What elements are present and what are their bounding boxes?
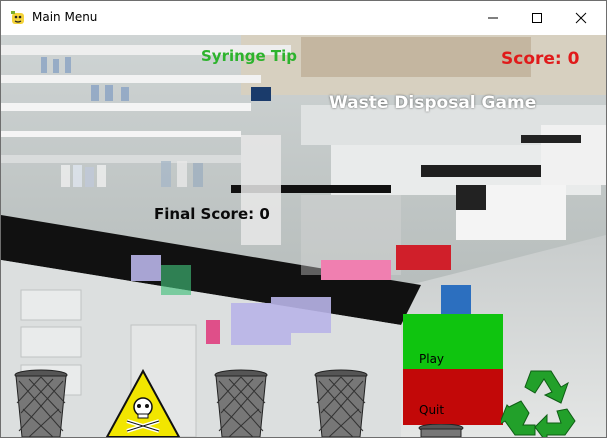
current-item-label: Syringe Tip bbox=[201, 47, 298, 65]
trash-bin-icon[interactable] bbox=[13, 369, 69, 437]
game-window: Main Menu Syringe Tip Score: 0 Waste Dis… bbox=[0, 0, 607, 438]
play-button[interactable]: Play bbox=[403, 314, 503, 369]
quit-button[interactable]: Quit bbox=[403, 369, 503, 425]
close-button[interactable] bbox=[558, 1, 604, 35]
quit-button-label: Quit bbox=[419, 403, 445, 417]
game-canvas[interactable]: Syringe Tip Score: 0 Waste Disposal Game… bbox=[1, 35, 606, 437]
minimize-icon bbox=[488, 17, 498, 19]
maximize-icon bbox=[532, 13, 542, 23]
python-snake-icon bbox=[11, 11, 24, 24]
trash-bin-icon[interactable] bbox=[417, 424, 465, 437]
trash-bin-icon[interactable] bbox=[213, 369, 269, 437]
final-score-label: Final Score: 0 bbox=[154, 205, 270, 223]
game-title: Waste Disposal Game bbox=[329, 93, 537, 113]
biohazard-bin-icon[interactable] bbox=[105, 369, 181, 437]
score-label: Score: 0 bbox=[501, 49, 580, 69]
window-title: Main Menu bbox=[32, 10, 98, 24]
maximize-button[interactable] bbox=[514, 1, 560, 35]
play-button-label: Play bbox=[419, 352, 445, 366]
minimize-button[interactable] bbox=[470, 1, 516, 35]
title-bar[interactable]: Main Menu bbox=[1, 1, 606, 35]
recycle-bin-icon[interactable] bbox=[501, 365, 581, 437]
close-icon bbox=[575, 12, 587, 24]
trash-bin-icon[interactable] bbox=[313, 369, 369, 437]
